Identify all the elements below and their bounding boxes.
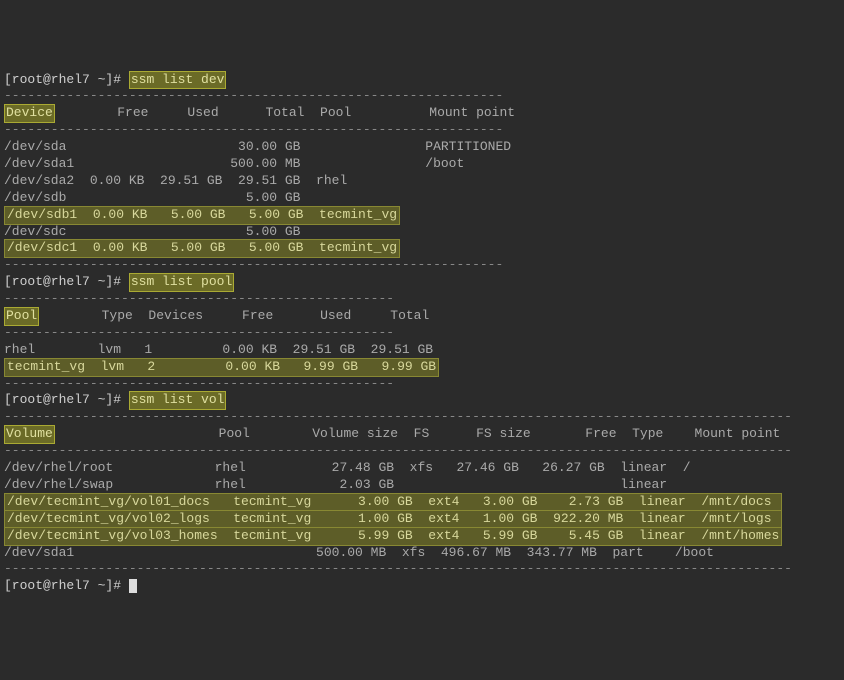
divider: ----------------------------------------… xyxy=(4,376,394,391)
cursor[interactable] xyxy=(129,579,137,593)
prompt: [root@rhel7 ~]# xyxy=(4,578,121,593)
vol-row-highlight: /dev/tecmint_vg/vol03_homes tecmint_vg 5… xyxy=(4,527,782,546)
prompt: [root@rhel7 ~]# xyxy=(4,72,121,87)
divider: ----------------------------------------… xyxy=(4,561,792,576)
prompt: [root@rhel7 ~]# xyxy=(4,274,121,289)
dev-row-highlight: /dev/sdc1 0.00 KB 5.00 GB 5.00 GB tecmin… xyxy=(4,239,400,258)
dev-row: /dev/sdc 5.00 GB xyxy=(4,224,300,239)
command-ssm-list-vol: ssm list vol xyxy=(129,391,227,410)
heading-pool: Pool xyxy=(4,307,39,326)
command-ssm-list-dev: ssm list dev xyxy=(129,71,227,90)
dev-row-highlight: /dev/sdb1 0.00 KB 5.00 GB 5.00 GB tecmin… xyxy=(4,206,400,225)
divider: ----------------------------------------… xyxy=(4,257,503,272)
terminal-output: [root@rhel7 ~]# ssm list dev -----------… xyxy=(4,72,840,596)
dev-header-rest: Free Used Total Pool Mount point xyxy=(55,105,515,120)
divider: ----------------------------------------… xyxy=(4,443,792,458)
command-ssm-list-pool: ssm list pool xyxy=(129,273,234,292)
divider: ----------------------------------------… xyxy=(4,409,792,424)
divider: ----------------------------------------… xyxy=(4,325,394,340)
divider: ----------------------------------------… xyxy=(4,122,503,137)
dev-row: /dev/sdb 5.00 GB xyxy=(4,190,300,205)
dev-row: /dev/sda1 500.00 MB /boot xyxy=(4,156,464,171)
vol-row: /dev/sda1 500.00 MB xfs 496.67 MB 343.77… xyxy=(4,545,714,560)
pool-header-rest: Type Devices Free Used Total xyxy=(39,308,429,323)
heading-volume: Volume xyxy=(4,425,55,444)
divider: ----------------------------------------… xyxy=(4,291,394,306)
vol-row: /dev/rhel/root rhel 27.48 GB xfs 27.46 G… xyxy=(4,460,691,475)
vol-row: /dev/rhel/swap rhel 2.03 GB linear xyxy=(4,477,667,492)
pool-row: rhel lvm 1 0.00 KB 29.51 GB 29.51 GB xyxy=(4,342,433,357)
dev-row: /dev/sda2 0.00 KB 29.51 GB 29.51 GB rhel xyxy=(4,173,347,188)
dev-row: /dev/sda 30.00 GB PARTITIONED xyxy=(4,139,511,154)
divider: ----------------------------------------… xyxy=(4,88,503,103)
pool-row-highlight: tecmint_vg lvm 2 0.00 KB 9.99 GB 9.99 GB xyxy=(4,358,439,377)
prompt: [root@rhel7 ~]# xyxy=(4,392,121,407)
vol-header-rest: Pool Volume size FS FS size Free Type Mo… xyxy=(55,426,781,441)
heading-device: Device xyxy=(4,104,55,123)
